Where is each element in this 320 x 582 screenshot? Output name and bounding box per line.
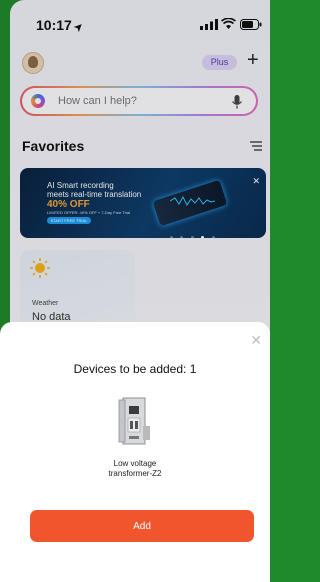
close-icon[interactable]: ✕ bbox=[250, 332, 262, 349]
add-device-sheet: ✕ Devices to be added: 1 Low voltage tra… bbox=[0, 322, 270, 582]
sheet-title: Devices to be added: 1 bbox=[73, 362, 197, 376]
transformer-device-image bbox=[118, 397, 150, 445]
device-name-line2: transformer-Z2 bbox=[108, 469, 162, 478]
device-name: Low voltage transformer-Z2 bbox=[0, 459, 270, 479]
device-name-line1: Low voltage bbox=[113, 459, 157, 468]
add-button[interactable]: Add bbox=[30, 510, 254, 542]
